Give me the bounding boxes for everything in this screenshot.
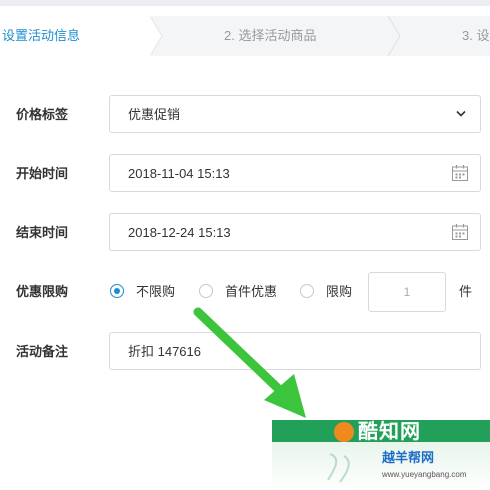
annotation-arrow: [193, 307, 306, 418]
